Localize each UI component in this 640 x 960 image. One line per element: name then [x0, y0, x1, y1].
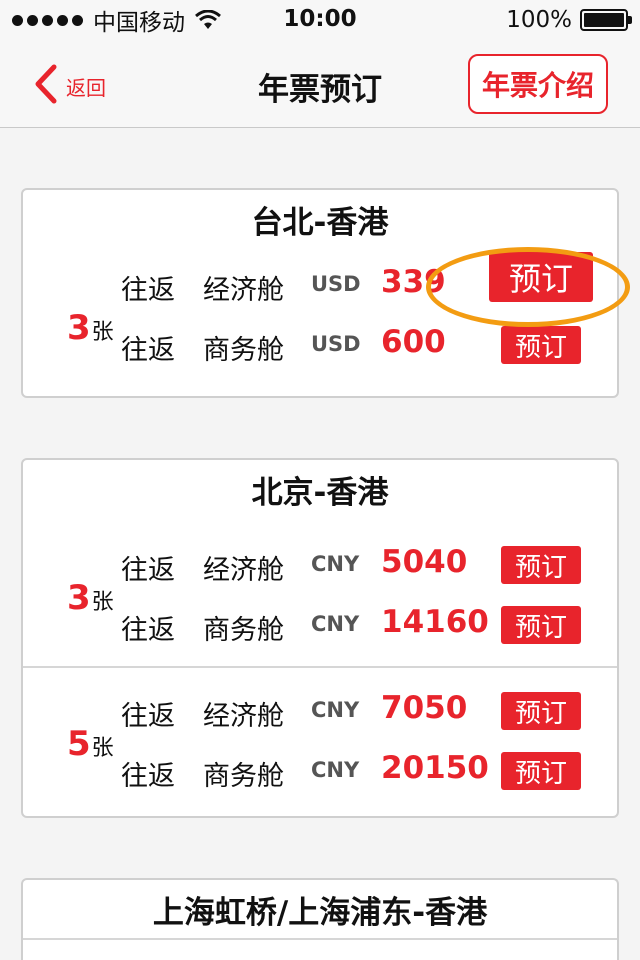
trip-type: 往返 — [121, 701, 175, 732]
book-button[interactable]: 预订 — [501, 606, 581, 644]
cabin-class: 经济舱 — [203, 701, 284, 732]
currency: CNY — [311, 758, 360, 782]
cabin-class: 商务舱 — [203, 335, 284, 366]
cabin-class: 经济舱 — [203, 555, 284, 586]
nav-bar: 返回 年票预订 年票介绍 — [0, 40, 640, 128]
price: 20150 — [381, 750, 489, 786]
trip-type: 往返 — [121, 615, 175, 646]
battery-icon — [580, 9, 632, 31]
trip-type: 往返 — [121, 555, 175, 586]
trip-type: 往返 — [121, 335, 175, 366]
fare-row: 往返 商务舱 CNY 20150 预订 — [23, 746, 617, 796]
route-title: 台北-香港 — [251, 205, 389, 241]
price: 7050 — [381, 690, 468, 726]
quantity-group: 5 张 往返 经济舱 CNY 7050 预订 往返 商务舱 CNY 20150 … — [23, 666, 617, 816]
currency: CNY — [311, 552, 360, 576]
cabin-class: 商务舱 — [203, 761, 284, 792]
currency: USD — [311, 272, 361, 296]
currency: USD — [311, 332, 361, 356]
book-button[interactable]: 预订 — [489, 252, 593, 302]
fare-row: 往返 商务舱 USD 600 预订 — [23, 320, 617, 370]
cabin-class: 商务舱 — [203, 615, 284, 646]
book-button[interactable]: 预订 — [501, 546, 581, 584]
price: 339 — [381, 264, 446, 300]
book-button[interactable]: 预订 — [501, 752, 581, 790]
currency: CNY — [311, 612, 360, 636]
status-bar: 中国移动 10:00 100% — [0, 0, 640, 40]
status-right: 100% — [506, 6, 632, 34]
price: 5040 — [381, 544, 468, 580]
quantity-group: 3 张 往返 经济舱 USD 339 预订 往返 商务舱 USD 600 预订 — [23, 252, 617, 396]
book-button[interactable]: 预订 — [501, 326, 581, 364]
route-title: 北京-香港 — [251, 475, 389, 511]
trip-type: 往返 — [121, 761, 175, 792]
currency: CNY — [311, 698, 360, 722]
cabin-class: 经济舱 — [203, 275, 284, 306]
fare-row: 往返 经济舱 CNY 7050 预订 — [23, 686, 617, 736]
route-card: 台北-香港 3 张 往返 经济舱 USD 339 预订 往返 商务舱 USD 6… — [21, 188, 619, 398]
quantity-group: 3 张 往返 经济舱 CNY 5040 预订 往返 商务舱 CNY 14160 … — [23, 522, 617, 666]
route-card: 北京-香港 3 张 往返 经济舱 CNY 5040 预订 往返 商务舱 CNY … — [21, 458, 619, 818]
price: 14160 — [381, 604, 489, 640]
route-card: 上海虹桥/上海浦东-香港 — [21, 878, 619, 960]
book-button[interactable]: 预订 — [501, 692, 581, 730]
trip-type: 往返 — [121, 275, 175, 306]
route-title: 上海虹桥/上海浦东-香港 — [152, 895, 488, 931]
battery-percent: 100% — [506, 7, 572, 33]
price: 600 — [381, 324, 446, 360]
fare-row: 往返 商务舱 CNY 14160 预订 — [23, 600, 617, 650]
intro-button[interactable]: 年票介绍 — [468, 54, 608, 114]
fare-row: 往返 经济舱 USD 339 预订 — [23, 252, 617, 310]
fare-row: 往返 经济舱 CNY 5040 预订 — [23, 540, 617, 590]
